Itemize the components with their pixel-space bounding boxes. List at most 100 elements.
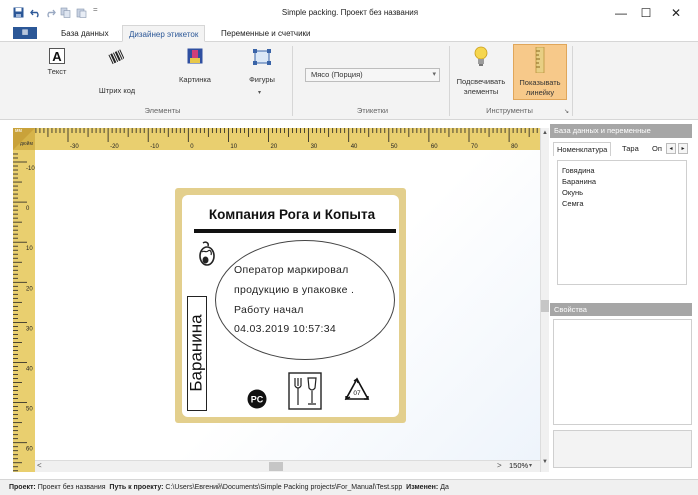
svg-text:A: A bbox=[52, 49, 62, 64]
nomenclature-list[interactable]: Говядина Баранина Окунь Семга bbox=[557, 160, 687, 285]
show-ruler-label: Показывать линейку bbox=[519, 78, 561, 97]
ruler-tick-label: 40 bbox=[26, 367, 33, 373]
sheep-icon[interactable] bbox=[197, 241, 217, 269]
picture-button[interactable]: Картинка bbox=[172, 46, 218, 92]
ruler-tick-label: 60 bbox=[26, 447, 33, 453]
redo-icon[interactable] bbox=[45, 7, 56, 18]
show-ruler-button[interactable]: Показывать линейку bbox=[513, 44, 567, 100]
zoom-level[interactable]: 150% bbox=[509, 461, 528, 470]
ribbon: A Текст Штрих код Картинка Фигуры ▾ Элем… bbox=[0, 42, 698, 120]
product-name-text[interactable]: Баранина bbox=[185, 290, 209, 417]
project-path: C:\Users\Евгений\Documents\Simple Packin… bbox=[165, 484, 403, 491]
project-label: Проект: bbox=[9, 484, 36, 491]
vertical-ruler-ticks: -10010203040506070 bbox=[13, 153, 35, 472]
close-icon[interactable]: ✕ bbox=[657, 0, 695, 25]
group-separator bbox=[449, 46, 450, 116]
project-path-label: Путь к проекту: bbox=[109, 484, 164, 491]
text-icon: A bbox=[49, 48, 65, 64]
operator-line-3[interactable]: Работу начал bbox=[234, 304, 304, 316]
recycle-icon[interactable]: 07 bbox=[343, 376, 371, 406]
operator-datetime[interactable]: 04.03.2019 10:57:34 bbox=[234, 323, 336, 335]
horizontal-ruler-ticks: -30-20-100102030405060708090 bbox=[35, 128, 538, 150]
food-safe-icon[interactable] bbox=[288, 372, 322, 410]
canvas-vertical-scrollbar[interactable]: ▲ ▼ bbox=[540, 128, 549, 472]
labels-group-label: Этикетки bbox=[356, 106, 389, 115]
ruler-tick-label: -10 bbox=[26, 166, 35, 172]
info-ellipse[interactable] bbox=[215, 240, 395, 360]
scroll-right-icon[interactable]: > bbox=[497, 461, 502, 470]
changed-label: Изменен: bbox=[406, 484, 439, 491]
tab-scroll-left-icon[interactable]: ◂ bbox=[666, 143, 676, 154]
shapes-button-label: Фигуры bbox=[249, 75, 275, 84]
ruler-tick-label: 50 bbox=[26, 407, 33, 413]
tools-group-label: Инструменты bbox=[486, 106, 533, 115]
eac-certification-icon[interactable]: PC bbox=[246, 388, 268, 410]
scroll-down-icon[interactable]: ▼ bbox=[542, 459, 548, 465]
ribbon-tab-bar: ▦ База данных Дизайнер этикеток Переменн… bbox=[0, 25, 698, 42]
ruler-corner[interactable]: мм дюйм bbox=[13, 128, 35, 150]
group-separator bbox=[572, 46, 573, 116]
title-bar: = Simple packing. Проект без названия — … bbox=[0, 0, 698, 25]
operator-line-2[interactable]: продукцию в упаковке . bbox=[234, 284, 354, 296]
company-underline[interactable] bbox=[194, 229, 396, 233]
ruler-tick-label: 0 bbox=[26, 206, 30, 212]
canvas-horizontal-scrollbar[interactable]: < > 150% ▾ bbox=[35, 460, 540, 472]
ruler-unit-abbr: мм bbox=[15, 128, 22, 134]
text-button[interactable]: A Текст bbox=[40, 46, 74, 92]
database-panel-tabs: Номенклатура Тара Оп ◂ ▸ bbox=[553, 142, 692, 156]
ruler-tick-label: 10 bbox=[26, 246, 33, 252]
horizontal-ruler: -30-20-100102030405060708090 bbox=[35, 128, 540, 150]
ruler-tick-label: 30 bbox=[26, 326, 33, 332]
tab-label-designer[interactable]: Дизайнер этикеток bbox=[122, 25, 206, 42]
vertical-scroll-thumb[interactable] bbox=[541, 300, 549, 312]
window-title: Simple packing. Проект без названия bbox=[281, 8, 419, 17]
scroll-left-icon[interactable]: < bbox=[37, 461, 42, 470]
list-item[interactable]: Говядина bbox=[562, 166, 595, 175]
shapes-icon bbox=[253, 49, 271, 65]
svg-text:PC: PC bbox=[251, 395, 264, 405]
list-item[interactable]: Баранина bbox=[562, 177, 596, 186]
text-button-label: Текст bbox=[47, 67, 67, 76]
properties-description bbox=[553, 430, 692, 468]
tab-tare[interactable]: Тара bbox=[619, 142, 642, 156]
tab-scroll-right-icon[interactable]: ▸ bbox=[678, 143, 688, 154]
tab-op[interactable]: Оп bbox=[649, 142, 665, 156]
copy-icon[interactable] bbox=[60, 7, 71, 18]
recycle-code: 07 bbox=[353, 390, 361, 397]
properties-panel-header: Свойства bbox=[550, 303, 692, 316]
properties-grid[interactable] bbox=[553, 319, 692, 425]
file-menu-button[interactable]: ▦ bbox=[13, 27, 37, 39]
scroll-up-icon[interactable]: ▲ bbox=[542, 130, 548, 136]
label-select[interactable]: Мясо (Порция) ▾ bbox=[305, 68, 440, 82]
status-bar: Проект: Проект без названия Путь к проек… bbox=[0, 479, 698, 495]
ruler-unit: дюйм bbox=[20, 141, 33, 147]
undo-icon[interactable] bbox=[30, 7, 41, 18]
chevron-down-icon: ▾ bbox=[258, 90, 262, 96]
barcode-icon bbox=[108, 49, 124, 65]
shapes-button[interactable]: Фигуры ▾ bbox=[240, 46, 284, 102]
highlight-elements-button[interactable]: Подсвечивать элементы bbox=[452, 44, 510, 100]
group-separator bbox=[292, 46, 293, 116]
picture-button-label: Картинка bbox=[179, 75, 211, 84]
dialog-launcher-icon[interactable]: ↘ bbox=[564, 108, 569, 115]
tab-variables-counters[interactable]: Переменные и счетчики bbox=[215, 25, 317, 42]
operator-line-1[interactable]: Оператор маркировал bbox=[234, 264, 349, 276]
tab-database[interactable]: База данных bbox=[55, 25, 115, 42]
horizontal-scroll-thumb[interactable] bbox=[269, 462, 283, 471]
list-item[interactable]: Семга bbox=[562, 199, 584, 208]
list-item[interactable]: Окунь bbox=[562, 188, 583, 197]
changed-value: Да bbox=[440, 484, 449, 491]
elements-group-label: Элементы bbox=[144, 106, 181, 115]
chevron-down-icon: ▾ bbox=[432, 71, 436, 78]
lightbulb-icon bbox=[474, 46, 488, 66]
barcode-button[interactable]: Штрих код bbox=[90, 46, 140, 95]
paste-icon[interactable] bbox=[76, 7, 87, 18]
quick-access-dropdown-icon[interactable]: = bbox=[93, 5, 98, 14]
company-text[interactable]: Компания Рога и Копыта bbox=[186, 207, 398, 222]
database-panel-header: База данных и переменные bbox=[550, 124, 692, 138]
save-icon[interactable] bbox=[13, 7, 24, 18]
zoom-dropdown-icon[interactable]: ▾ bbox=[529, 462, 532, 469]
label-select-value: Мясо (Порция) bbox=[311, 70, 363, 79]
tab-nomenclature[interactable]: Номенклатура bbox=[553, 142, 612, 156]
barcode-button-label: Штрих код bbox=[98, 86, 136, 95]
